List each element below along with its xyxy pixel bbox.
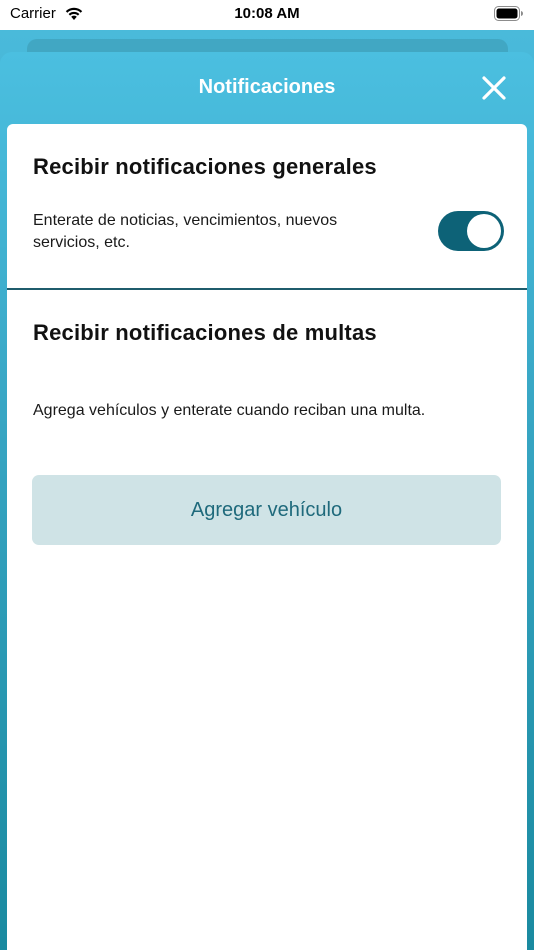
general-notifications-section: Recibir notificaciones generales Enterat… bbox=[7, 124, 527, 290]
notifications-sheet: Notificaciones Recibir notificaciones ge… bbox=[0, 52, 534, 950]
screen: Carrier 10:08 AM Notificaciones Recibir … bbox=[0, 0, 534, 950]
status-bar: Carrier 10:08 AM bbox=[0, 0, 534, 30]
close-icon[interactable] bbox=[480, 74, 508, 102]
fines-notifications-description: Agrega vehículos y enterate cuando recib… bbox=[33, 402, 426, 419]
add-vehicle-button[interactable]: Agregar vehículo bbox=[32, 475, 501, 545]
general-notifications-description: Enterate de noticias, vencimientos, nuev… bbox=[33, 212, 338, 251]
fines-notifications-title: Recibir notificaciones de multas bbox=[33, 320, 377, 345]
sheet-title: Notificaciones bbox=[198, 76, 336, 98]
general-notifications-toggle[interactable] bbox=[438, 211, 504, 251]
toggle-knob bbox=[467, 214, 501, 248]
general-notifications-title: Recibir notificaciones generales bbox=[33, 154, 377, 179]
battery-icon bbox=[494, 6, 523, 21]
content-card: Recibir notificaciones generales Enterat… bbox=[7, 124, 527, 950]
status-time: 10:08 AM bbox=[234, 5, 300, 22]
